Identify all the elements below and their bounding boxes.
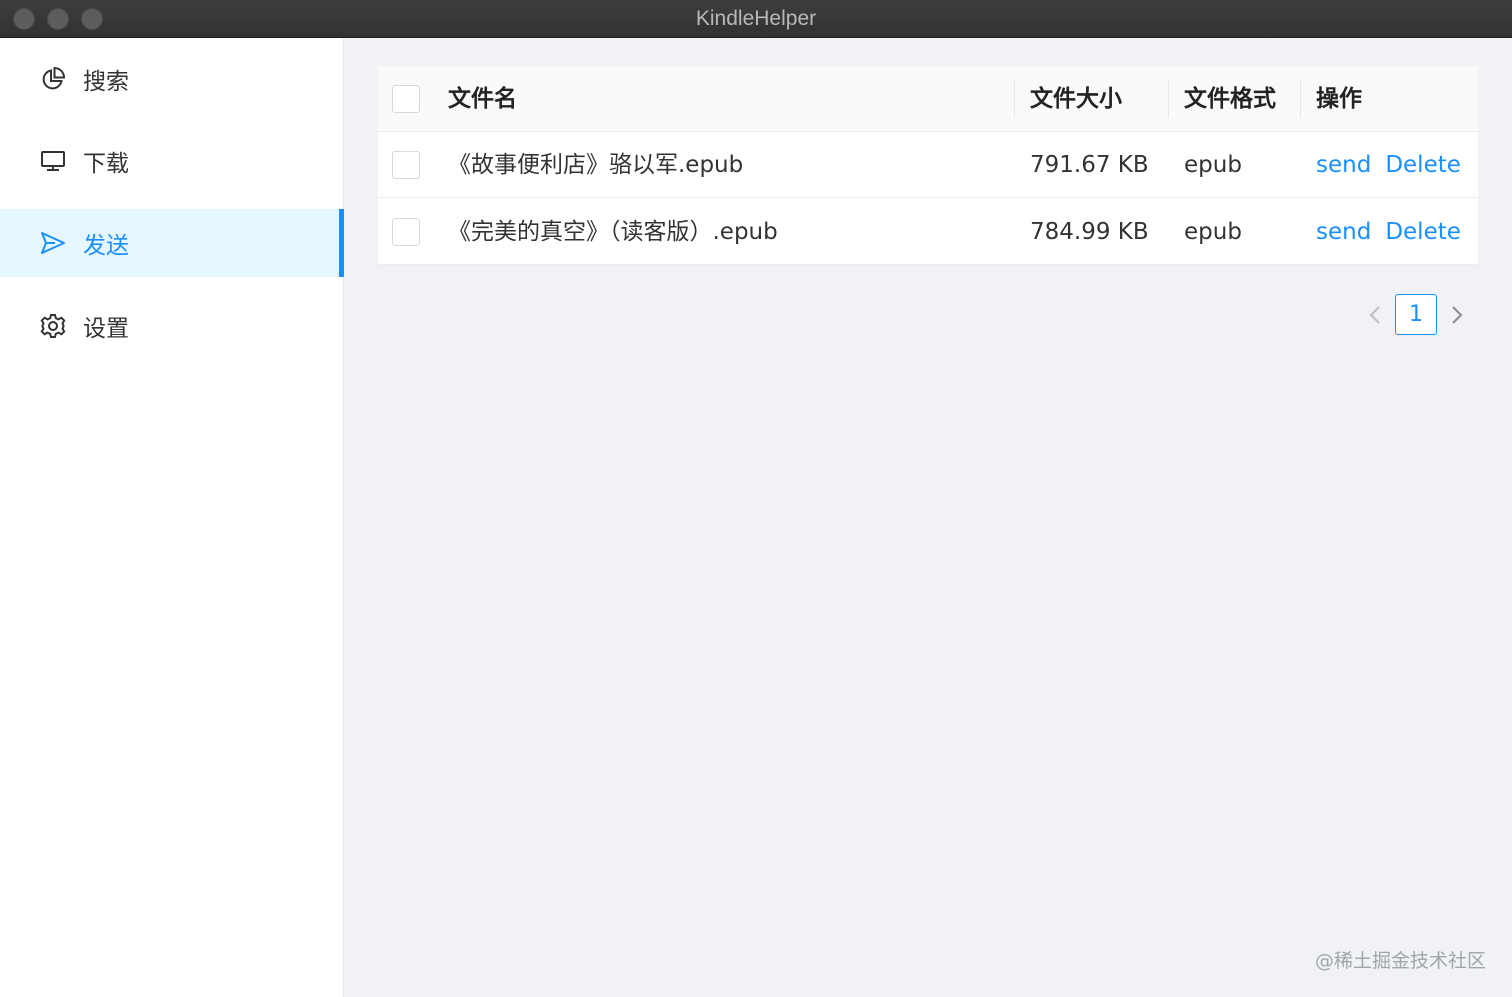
row-actions: send Delete <box>1316 199 1476 265</box>
send-icon <box>40 230 66 256</box>
send-link[interactable]: send <box>1316 152 1371 178</box>
gear-icon <box>40 313 66 339</box>
pagination-prev-button[interactable] <box>1362 294 1388 335</box>
table-row: 《故事便利店》骆以军.epub 791.67 KB epub send Delet… <box>378 132 1478 198</box>
delete-link[interactable]: Delete <box>1385 219 1461 245</box>
monitor-icon <box>40 148 66 174</box>
pagination-page-1[interactable]: 1 <box>1395 294 1437 335</box>
send-link[interactable]: send <box>1316 219 1371 245</box>
sidebar-item-download[interactable]: 下载 <box>0 127 344 195</box>
file-name: 《故事便利店》骆以军.epub <box>448 152 744 178</box>
delete-link[interactable]: Delete <box>1385 152 1461 178</box>
row-checkbox[interactable] <box>392 218 420 246</box>
select-all-checkbox[interactable] <box>392 85 420 113</box>
title-bar: KindleHelper <box>0 0 1512 38</box>
column-header-size: 文件大小 <box>1030 86 1122 112</box>
pie-chart-icon <box>40 66 66 92</box>
sidebar-item-send[interactable]: 发送 <box>0 209 344 277</box>
file-format: epub <box>1184 219 1242 245</box>
sidebar-item-search[interactable]: 搜索 <box>0 45 344 113</box>
column-header-name: 文件名 <box>448 86 517 112</box>
watermark: @稀土掘金技术社区 <box>1314 950 1486 972</box>
app-window: KindleHelper 搜索 下载 发送 设置 文件名 文件大小 文件格式 操… <box>0 0 1512 997</box>
pagination-next-button[interactable] <box>1444 294 1470 335</box>
sidebar-item-label: 发送 <box>83 233 129 259</box>
sidebar-item-settings[interactable]: 设置 <box>0 292 344 360</box>
sidebar: 搜索 下载 发送 设置 <box>0 38 344 997</box>
column-divider <box>1014 80 1015 118</box>
sidebar-item-label: 设置 <box>83 316 129 342</box>
file-name: 《完美的真空》（读客版）.epub <box>448 219 778 245</box>
window-title: KindleHelper <box>695 7 817 30</box>
row-actions: send Delete <box>1316 132 1476 198</box>
table-row: 《完美的真空》（读客版）.epub 784.99 KB epub send Del… <box>378 199 1478 265</box>
file-format: epub <box>1184 152 1242 178</box>
column-divider <box>1168 80 1169 118</box>
file-table: 文件名 文件大小 文件格式 操作 《故事便利店》骆以军.epub 791.67 … <box>378 66 1478 265</box>
file-size: 784.99 KB <box>1030 219 1149 245</box>
column-header-action: 操作 <box>1316 86 1362 112</box>
row-checkbox[interactable] <box>392 151 420 179</box>
sidebar-item-label: 下载 <box>83 151 129 177</box>
sidebar-item-label: 搜索 <box>83 69 129 95</box>
table-header: 文件名 文件大小 文件格式 操作 <box>378 66 1478 132</box>
file-size: 791.67 KB <box>1030 152 1149 178</box>
column-divider <box>1300 80 1301 118</box>
column-header-format: 文件格式 <box>1184 86 1276 112</box>
